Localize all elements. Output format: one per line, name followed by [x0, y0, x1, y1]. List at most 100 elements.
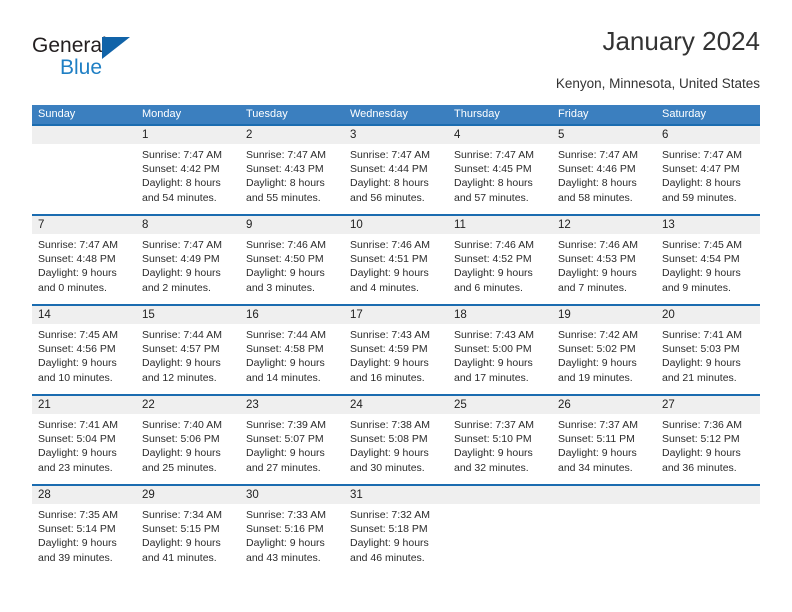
day-cell[interactable]: Sunrise: 7:36 AM Sunset: 5:12 PM Dayligh…: [656, 414, 760, 484]
day-cell[interactable]: Sunrise: 7:33 AM Sunset: 5:16 PM Dayligh…: [240, 504, 344, 574]
day-cell[interactable]: Sunrise: 7:46 AM Sunset: 4:52 PM Dayligh…: [448, 234, 552, 304]
calendar-page: General Blue January 2024 Kenyon, Minnes…: [0, 0, 792, 612]
day-cell[interactable]: Sunrise: 7:45 AM Sunset: 4:56 PM Dayligh…: [32, 324, 136, 394]
day-cell[interactable]: [448, 504, 552, 574]
sunset-line: Sunset: 4:56 PM: [38, 343, 116, 356]
daylight-line-1: Daylight: 9 hours: [246, 267, 325, 280]
date-number[interactable]: 30: [240, 486, 344, 504]
day-cell[interactable]: Sunrise: 7:47 AM Sunset: 4:43 PM Dayligh…: [240, 144, 344, 214]
day-cell[interactable]: Sunrise: 7:47 AM Sunset: 4:47 PM Dayligh…: [656, 144, 760, 214]
day-cell[interactable]: Sunrise: 7:41 AM Sunset: 5:04 PM Dayligh…: [32, 414, 136, 484]
daylight-line-2: and 59 minutes.: [662, 191, 737, 204]
day-cell[interactable]: Sunrise: 7:47 AM Sunset: 4:49 PM Dayligh…: [136, 234, 240, 304]
date-number[interactable]: 17: [344, 306, 448, 324]
date-number[interactable]: 20: [656, 306, 760, 324]
date-number[interactable]: 10: [344, 216, 448, 234]
date-number[interactable]: 27: [656, 396, 760, 414]
sunset-line: Sunset: 4:45 PM: [454, 163, 532, 176]
date-number[interactable]: 24: [344, 396, 448, 414]
day-cell[interactable]: Sunrise: 7:43 AM Sunset: 4:59 PM Dayligh…: [344, 324, 448, 394]
date-number[interactable]: 11: [448, 216, 552, 234]
sunset-line: Sunset: 4:54 PM: [662, 253, 740, 266]
week-detail-row: Sunrise: 7:35 AM Sunset: 5:14 PM Dayligh…: [32, 504, 760, 574]
day-cell[interactable]: Sunrise: 7:40 AM Sunset: 5:06 PM Dayligh…: [136, 414, 240, 484]
date-number[interactable]: 18: [448, 306, 552, 324]
date-number[interactable]: [32, 126, 136, 144]
date-number[interactable]: 16: [240, 306, 344, 324]
day-cell[interactable]: Sunrise: 7:46 AM Sunset: 4:51 PM Dayligh…: [344, 234, 448, 304]
day-cell[interactable]: [656, 504, 760, 574]
date-number[interactable]: 25: [448, 396, 552, 414]
date-number[interactable]: [448, 486, 552, 504]
day-cell[interactable]: Sunrise: 7:38 AM Sunset: 5:08 PM Dayligh…: [344, 414, 448, 484]
sunrise-line: Sunrise: 7:33 AM: [246, 509, 326, 521]
day-cell[interactable]: Sunrise: 7:42 AM Sunset: 5:02 PM Dayligh…: [552, 324, 656, 394]
date-number[interactable]: 6: [656, 126, 760, 144]
sunrise-line: Sunrise: 7:37 AM: [454, 419, 534, 431]
daylight-line-1: Daylight: 9 hours: [246, 537, 325, 550]
date-number[interactable]: 31: [344, 486, 448, 504]
sunrise-line: Sunrise: 7:32 AM: [350, 509, 430, 521]
day-cell[interactable]: Sunrise: 7:47 AM Sunset: 4:48 PM Dayligh…: [32, 234, 136, 304]
day-cell[interactable]: Sunrise: 7:47 AM Sunset: 4:45 PM Dayligh…: [448, 144, 552, 214]
date-number[interactable]: 26: [552, 396, 656, 414]
daylight-line-2: and 16 minutes.: [350, 371, 425, 384]
date-number[interactable]: 29: [136, 486, 240, 504]
date-number[interactable]: 8: [136, 216, 240, 234]
week-detail-row: Sunrise: 7:47 AM Sunset: 4:42 PM Dayligh…: [32, 144, 760, 214]
day-cell[interactable]: Sunrise: 7:47 AM Sunset: 4:46 PM Dayligh…: [552, 144, 656, 214]
daylight-line-2: and 3 minutes.: [246, 281, 315, 294]
daylight-line-2: and 39 minutes.: [38, 551, 113, 564]
sunset-line: Sunset: 5:06 PM: [142, 433, 220, 446]
day-cell[interactable]: Sunrise: 7:32 AM Sunset: 5:18 PM Dayligh…: [344, 504, 448, 574]
sunset-line: Sunset: 5:16 PM: [246, 523, 324, 536]
day-cell[interactable]: Sunrise: 7:39 AM Sunset: 5:07 PM Dayligh…: [240, 414, 344, 484]
daylight-line-1: Daylight: 9 hours: [142, 537, 221, 550]
daylight-line-1: Daylight: 9 hours: [662, 447, 741, 460]
day-cell[interactable]: Sunrise: 7:37 AM Sunset: 5:11 PM Dayligh…: [552, 414, 656, 484]
day-cell[interactable]: Sunrise: 7:37 AM Sunset: 5:10 PM Dayligh…: [448, 414, 552, 484]
date-number[interactable]: 14: [32, 306, 136, 324]
sunrise-line: Sunrise: 7:35 AM: [38, 509, 118, 521]
logo-triangle-icon: [102, 37, 130, 59]
date-number[interactable]: 21: [32, 396, 136, 414]
sunset-line: Sunset: 4:53 PM: [558, 253, 636, 266]
day-cell[interactable]: Sunrise: 7:47 AM Sunset: 4:44 PM Dayligh…: [344, 144, 448, 214]
sunset-line: Sunset: 5:10 PM: [454, 433, 532, 446]
sunrise-line: Sunrise: 7:42 AM: [558, 329, 638, 341]
date-number[interactable]: 9: [240, 216, 344, 234]
day-cell[interactable]: Sunrise: 7:44 AM Sunset: 4:57 PM Dayligh…: [136, 324, 240, 394]
date-number[interactable]: 4: [448, 126, 552, 144]
date-number[interactable]: 15: [136, 306, 240, 324]
date-number[interactable]: 5: [552, 126, 656, 144]
date-number[interactable]: 22: [136, 396, 240, 414]
daylight-line-1: Daylight: 8 hours: [142, 177, 221, 190]
daylight-line-2: and 17 minutes.: [454, 371, 529, 384]
date-number[interactable]: 3: [344, 126, 448, 144]
date-number[interactable]: 13: [656, 216, 760, 234]
date-number[interactable]: [656, 486, 760, 504]
daylight-line-2: and 23 minutes.: [38, 461, 113, 474]
day-cell[interactable]: Sunrise: 7:34 AM Sunset: 5:15 PM Dayligh…: [136, 504, 240, 574]
week-date-number-band: 1 2 3 4 5 6: [32, 126, 760, 144]
day-cell[interactable]: Sunrise: 7:43 AM Sunset: 5:00 PM Dayligh…: [448, 324, 552, 394]
day-cell[interactable]: Sunrise: 7:45 AM Sunset: 4:54 PM Dayligh…: [656, 234, 760, 304]
day-cell[interactable]: Sunrise: 7:44 AM Sunset: 4:58 PM Dayligh…: [240, 324, 344, 394]
day-cell[interactable]: [32, 144, 136, 214]
date-number[interactable]: [552, 486, 656, 504]
date-number[interactable]: 2: [240, 126, 344, 144]
date-number[interactable]: 19: [552, 306, 656, 324]
date-number[interactable]: 1: [136, 126, 240, 144]
date-number[interactable]: 23: [240, 396, 344, 414]
sunset-line: Sunset: 5:07 PM: [246, 433, 324, 446]
day-cell[interactable]: Sunrise: 7:46 AM Sunset: 4:53 PM Dayligh…: [552, 234, 656, 304]
daylight-line-1: Daylight: 9 hours: [350, 357, 429, 370]
day-cell[interactable]: [552, 504, 656, 574]
date-number[interactable]: 28: [32, 486, 136, 504]
day-cell[interactable]: Sunrise: 7:47 AM Sunset: 4:42 PM Dayligh…: [136, 144, 240, 214]
date-number[interactable]: 7: [32, 216, 136, 234]
day-cell[interactable]: Sunrise: 7:41 AM Sunset: 5:03 PM Dayligh…: [656, 324, 760, 394]
day-cell[interactable]: Sunrise: 7:46 AM Sunset: 4:50 PM Dayligh…: [240, 234, 344, 304]
date-number[interactable]: 12: [552, 216, 656, 234]
day-cell[interactable]: Sunrise: 7:35 AM Sunset: 5:14 PM Dayligh…: [32, 504, 136, 574]
